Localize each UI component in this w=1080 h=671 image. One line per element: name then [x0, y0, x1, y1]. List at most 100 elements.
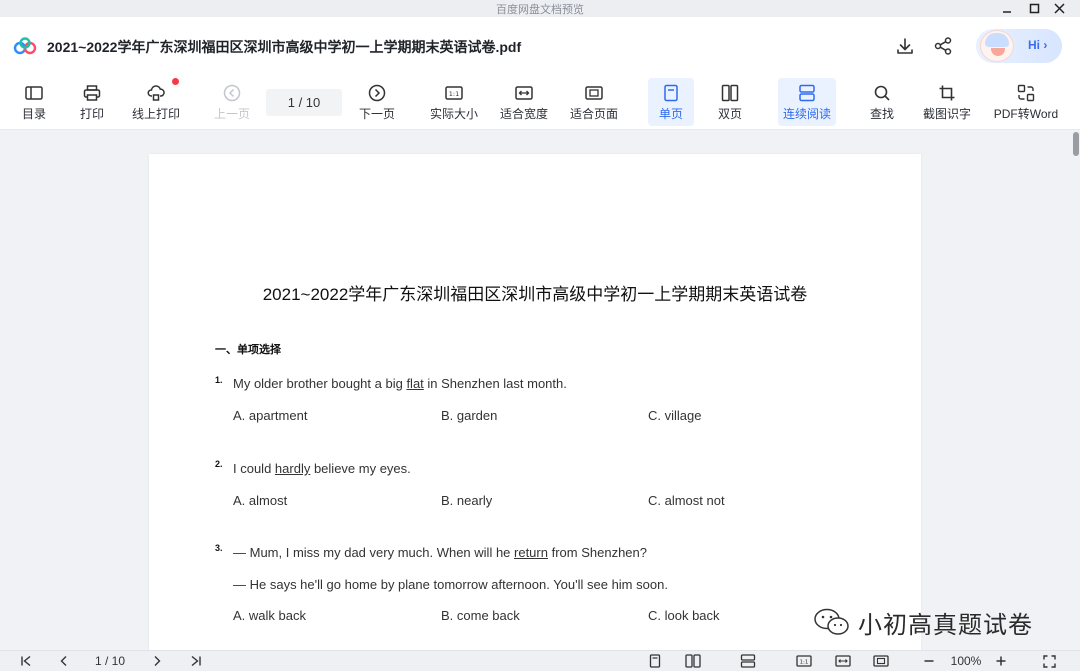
vertical-scrollbar[interactable] [1070, 130, 1080, 650]
close-window-button[interactable] [1047, 0, 1071, 17]
page-indicator[interactable]: 1 / 10 [84, 653, 136, 669]
fit-page-small-button[interactable] [870, 653, 892, 669]
fit-page-icon [584, 83, 604, 103]
document-header: 2021~2022学年广东深圳福田区深圳市高级中学初一上学期期末英语试卷.pdf… [0, 17, 1080, 74]
next-page-label: 下一页 [358, 106, 395, 121]
fit-width-small-button[interactable] [832, 653, 854, 669]
zoom-out-button[interactable] [920, 653, 938, 669]
zoom-level[interactable]: 100% [945, 653, 987, 669]
actual-size-icon: 1:1 [444, 83, 464, 103]
prev-page-icon [222, 83, 242, 103]
print-button[interactable]: 打印 [72, 78, 112, 126]
printer-icon [82, 83, 102, 103]
first-page-icon [21, 655, 31, 667]
close-icon [1053, 3, 1065, 14]
question-number: 3. [215, 543, 223, 553]
paper-title: 2021~2022学年广东深圳福田区深圳市高级中学初一上学期期末英语试卷 [262, 285, 808, 304]
print-label: 打印 [79, 106, 104, 121]
plus-icon [996, 656, 1006, 666]
minimize-button[interactable] [995, 0, 1019, 17]
option-b: B. garden [441, 408, 498, 423]
actual-size-small-button[interactable]: 1:1 [793, 653, 815, 669]
fullscreen-button[interactable] [1038, 653, 1060, 669]
minus-icon [924, 660, 934, 662]
document-page: 2021~2022学年广东深圳福田区深圳市高级中学初一上学期期末英语试卷 一、单… [149, 154, 921, 654]
convert-icon [1016, 83, 1036, 103]
download-button[interactable] [894, 35, 916, 57]
prev-page-small-button[interactable] [54, 653, 74, 669]
fit-page-button[interactable]: 适合页面 [566, 78, 622, 126]
question-text-part: in Shenzhen last month. [423, 376, 567, 391]
screenshot-ocr-button[interactable]: 截图识字 [918, 78, 976, 126]
option-c: C. look back [648, 608, 720, 623]
scrollbar-thumb[interactable] [1073, 132, 1079, 156]
question-keyword: flat [406, 376, 424, 391]
online-print-label: 线上打印 [131, 106, 180, 121]
fit-width-icon [835, 655, 851, 667]
next-page-small-button[interactable] [147, 653, 167, 669]
fullscreen-icon [1042, 654, 1056, 668]
question-text-part: from Shenzhen? [547, 545, 647, 560]
next-page-button[interactable]: 下一页 [355, 78, 399, 126]
question-keyword: hardly [274, 461, 311, 476]
next-page-icon [367, 83, 387, 103]
page-number-input[interactable]: 1 / 10 [266, 89, 342, 116]
prev-page-label: 上一页 [213, 106, 250, 121]
question-number: 2. [215, 459, 223, 469]
svg-text:1:1: 1:1 [449, 90, 459, 98]
pdf-to-word-button[interactable]: PDF转Word [990, 78, 1062, 126]
download-icon [897, 38, 913, 54]
baidu-netdisk-logo [13, 37, 37, 55]
last-page-button[interactable] [186, 653, 206, 669]
double-page-icon [685, 654, 701, 668]
question-text-part: believe my eyes. [310, 461, 411, 476]
fit-width-button[interactable]: 适合宽度 [496, 78, 552, 126]
pdf-to-word-label: PDF转Word [993, 106, 1059, 121]
question-text-part: My older brother bought a big [233, 376, 407, 391]
double-page-button[interactable]: 双页 [708, 78, 752, 126]
share-button[interactable] [932, 35, 954, 57]
continuous-small-button[interactable] [737, 653, 759, 669]
option-c: C. almost not [648, 493, 725, 508]
question-text: My older brother bought a big flat in Sh… [233, 376, 567, 391]
share-icon [934, 37, 952, 55]
section-heading: 一、单项选择 [215, 344, 281, 356]
double-page-icon [720, 83, 740, 103]
find-button[interactable]: 查找 [862, 78, 902, 126]
actual-size-label: 实际大小 [429, 106, 478, 121]
search-icon [872, 83, 892, 103]
chevron-left-icon [60, 656, 67, 666]
option-b: B. nearly [441, 493, 493, 508]
question-text-line2: — He says he'll go home by plane tomorro… [233, 577, 668, 592]
actual-size-button[interactable]: 1:1 实际大小 [426, 78, 482, 126]
maximize-icon [1029, 3, 1039, 14]
online-print-button[interactable]: 线上打印 [126, 78, 186, 126]
continuous-reading-label: 连续阅读 [782, 106, 831, 121]
continuous-reading-icon [740, 654, 756, 668]
prev-page-button[interactable]: 上一页 [210, 78, 254, 126]
toc-button[interactable]: 目录 [14, 78, 54, 126]
option-b: B. come back [441, 608, 520, 623]
single-page-button[interactable]: 单页 [648, 78, 694, 126]
zoom-in-button[interactable] [992, 653, 1010, 669]
single-page-small-button[interactable] [645, 653, 665, 669]
notification-dot [172, 78, 179, 85]
question-number: 1. [215, 375, 223, 385]
watermark-text: 小初高真题试卷 [858, 611, 1033, 639]
fit-width-label: 适合宽度 [499, 106, 548, 121]
question-text-part: I could [233, 461, 275, 476]
maximize-button[interactable] [1022, 0, 1046, 17]
last-page-icon [191, 655, 201, 667]
question-keyword: return [514, 545, 548, 560]
double-page-label: 双页 [717, 106, 742, 121]
double-page-small-button[interactable] [682, 653, 704, 669]
continuous-reading-button[interactable]: 连续阅读 [778, 78, 836, 126]
single-page-label: 单页 [658, 106, 683, 121]
first-page-button[interactable] [16, 653, 36, 669]
option-a: A. almost [233, 493, 288, 508]
status-bar: 1 / 10 1:1 100% [0, 650, 1080, 671]
fit-page-label: 适合页面 [569, 106, 618, 121]
cloud-print-icon [146, 83, 166, 103]
assistant-button[interactable]: Hi › [976, 29, 1062, 63]
viewer-toolbar: 目录 打印 线上打印 上一页 1 / 10 下一页 1:1 实际大小 适合宽度 … [0, 74, 1080, 130]
